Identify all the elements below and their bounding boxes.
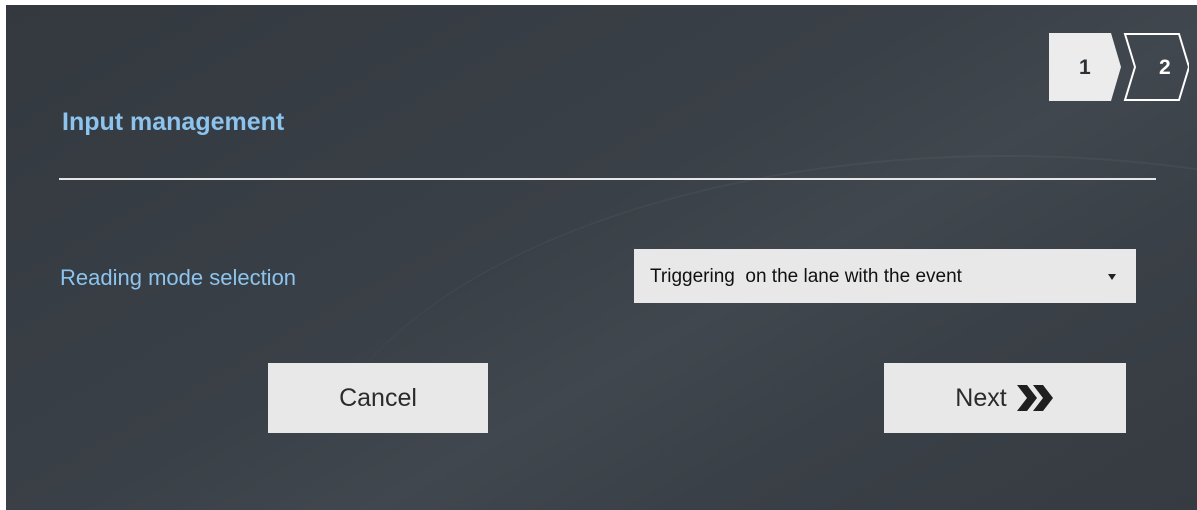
next-button[interactable]: Next (884, 363, 1126, 433)
reading-mode-select[interactable]: Triggering on the lane with the event (634, 249, 1136, 303)
reading-mode-label: Reading mode selection (60, 265, 297, 290)
input-management-dialog: 1 2 Input management Reading mode select… (6, 5, 1197, 510)
title-divider (59, 178, 1156, 180)
caret-down-icon (1108, 274, 1116, 280)
cancel-button[interactable]: Cancel (268, 363, 488, 433)
step-indicator: 1 2 (1049, 33, 1189, 101)
page-title: Input management (62, 108, 285, 136)
next-button-label: Next (955, 383, 1007, 412)
step-2-label: 2 (1159, 56, 1171, 79)
double-chevron-right-icon (1016, 385, 1053, 411)
cancel-button-label: Cancel (339, 383, 417, 412)
reading-mode-selected-value: Triggering on the lane with the event (650, 266, 962, 287)
step-1-label: 1 (1079, 56, 1091, 79)
step-2-shape (1123, 33, 1189, 101)
